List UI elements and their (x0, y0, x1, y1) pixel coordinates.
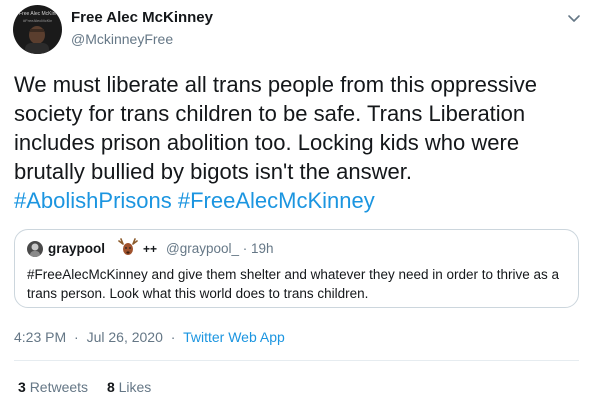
author-display-name[interactable]: Free Alec McKinney (71, 9, 213, 26)
meta-separator: · (74, 329, 79, 345)
likes-count: 8 (106, 379, 115, 395)
quoted-author-avatar (27, 241, 43, 257)
author-avatar[interactable]: Free Alec McKinney #FreeAlecMcKinney (13, 5, 62, 54)
quoted-meta: @graypool_ · 19h (166, 241, 274, 256)
hashtag-link[interactable]: #FreeAlecMcKinney (178, 188, 375, 213)
tweet-time[interactable]: 4:23 PM (14, 329, 66, 345)
retweets-label: Retweets (29, 379, 89, 395)
quoted-handle: @graypool_ (166, 241, 239, 256)
tweet-date[interactable]: Jul 26, 2020 (87, 329, 163, 345)
retweets-stat[interactable]: 3 Retweets (18, 379, 92, 395)
author-handle[interactable]: @MckinneyFree (71, 31, 173, 47)
engagement-stats: 3 Retweets 8 Likes (18, 379, 166, 395)
tweet-body-text: We must liberate all trans people from t… (14, 72, 537, 184)
likes-stat[interactable]: 8 Likes (107, 379, 151, 395)
hashtag-link[interactable]: #AbolishPrisons (14, 188, 172, 213)
quoted-tweet-text: #FreeAlecMcKinney and give them shelter … (27, 267, 560, 301)
divider (14, 360, 579, 361)
quoted-time: 19h (251, 241, 274, 256)
likes-label: Likes (118, 379, 152, 395)
chevron-down-icon[interactable] (565, 9, 583, 27)
quoted-tweet-card[interactable]: graypool ++ @graypool_ · 19h #FreeAlecMc… (14, 229, 579, 308)
tweet-text: We must liberate all trans people from t… (14, 70, 584, 215)
meta-separator: · (242, 241, 248, 256)
quoted-name-suffix: ++ (143, 242, 158, 256)
source-link[interactable]: Twitter Web App (183, 329, 285, 345)
avatar-photo (25, 26, 49, 54)
deer-emoji-icon (117, 237, 139, 257)
retweets-count: 3 (18, 379, 26, 395)
meta-separator: · (170, 329, 176, 345)
tweet-timestamp: 4:23 PM · Jul 26, 2020 · Twitter Web App (14, 329, 285, 345)
quoted-author-name: graypool (48, 241, 106, 256)
